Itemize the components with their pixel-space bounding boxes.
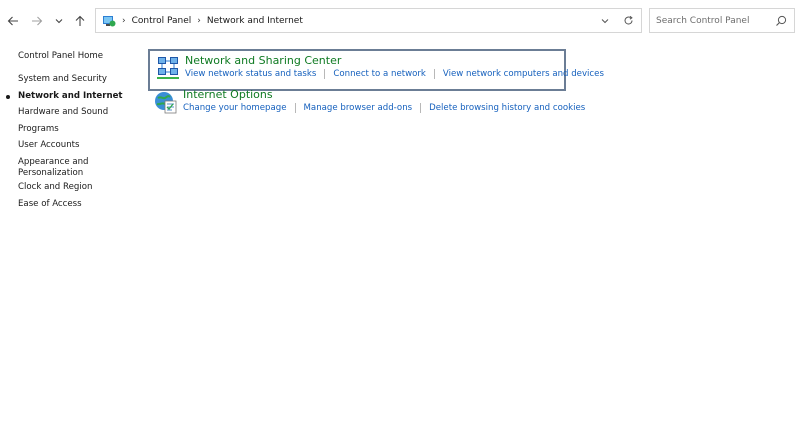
sidebar-item-user-accounts[interactable]: User Accounts — [18, 140, 80, 151]
view-network-computers-link[interactable]: View network computers and devices — [443, 69, 604, 79]
link-divider — [324, 69, 326, 79]
sidebar-item-ease-of-access[interactable]: Ease of Access — [18, 199, 82, 210]
change-homepage-link[interactable]: Change your homepage — [183, 103, 287, 113]
search-box[interactable] — [649, 8, 795, 33]
up-arrow-icon — [75, 15, 85, 26]
network-and-sharing-center-title[interactable]: Network and Sharing Center — [185, 54, 341, 67]
refresh-icon — [624, 15, 633, 25]
sidebar-item-programs[interactable]: Programs — [18, 124, 59, 135]
sidebar-item-clock-and-region[interactable]: Clock and Region — [18, 182, 92, 193]
active-indicator — [6, 95, 10, 99]
breadcrumb-network-and-internet[interactable]: Network and Internet — [207, 16, 303, 26]
network-sharing-icon — [157, 57, 179, 79]
up-button[interactable] — [70, 11, 90, 31]
forward-arrow-icon — [32, 16, 43, 26]
breadcrumb-control-panel[interactable]: Control Panel — [132, 16, 192, 26]
sidebar-item-appearance-line1[interactable]: Appearance and — [18, 157, 89, 168]
search-icon[interactable] — [775, 15, 787, 27]
refresh-button[interactable] — [615, 9, 641, 32]
sidebar-item-hardware-and-sound[interactable]: Hardware and Sound — [18, 107, 108, 118]
control-panel-icon — [103, 15, 116, 26]
chevron-down-icon — [601, 18, 609, 23]
internet-options-links: Change your homepage Manage browser add-… — [183, 103, 585, 113]
network-and-sharing-center-links: View network status and tasks Connect to… — [185, 69, 604, 79]
forward-button[interactable] — [27, 11, 47, 31]
category-internet-options[interactable]: Internet Options Change your homepage Ma… — [148, 87, 585, 117]
link-divider — [420, 103, 422, 113]
connect-to-network-link[interactable]: Connect to a network — [333, 69, 426, 79]
sidebar-item-network-and-internet[interactable]: Network and Internet — [18, 91, 123, 102]
delete-browsing-history-link[interactable]: Delete browsing history and cookies — [429, 103, 585, 113]
view-network-status-link[interactable]: View network status and tasks — [185, 69, 316, 79]
sidebar-item-control-panel-home[interactable]: Control Panel Home — [18, 51, 103, 62]
internet-options-icon — [155, 92, 177, 114]
address-bar[interactable]: › Control Panel › Network and Internet — [95, 8, 642, 33]
manage-browser-addons-link[interactable]: Manage browser add-ons — [304, 103, 413, 113]
sidebar-item-appearance-line2[interactable]: Personalization — [18, 168, 83, 179]
chevron-down-icon — [55, 19, 63, 24]
back-arrow-icon — [7, 16, 18, 26]
sidebar-item-system-and-security[interactable]: System and Security — [18, 74, 107, 85]
back-button[interactable] — [3, 11, 23, 31]
breadcrumb-separator: › — [197, 15, 201, 26]
internet-options-title[interactable]: Internet Options — [183, 88, 273, 101]
breadcrumb-separator: › — [122, 15, 126, 26]
recent-locations-button[interactable] — [49, 11, 69, 31]
link-divider — [294, 103, 296, 113]
address-dropdown-button[interactable] — [595, 9, 615, 32]
category-network-and-sharing-center[interactable]: Network and Sharing Center View network … — [148, 49, 604, 91]
navigation-bar: › Control Panel › Network and Internet — [0, 0, 800, 42]
link-divider — [433, 69, 435, 79]
search-input[interactable] — [656, 15, 774, 26]
